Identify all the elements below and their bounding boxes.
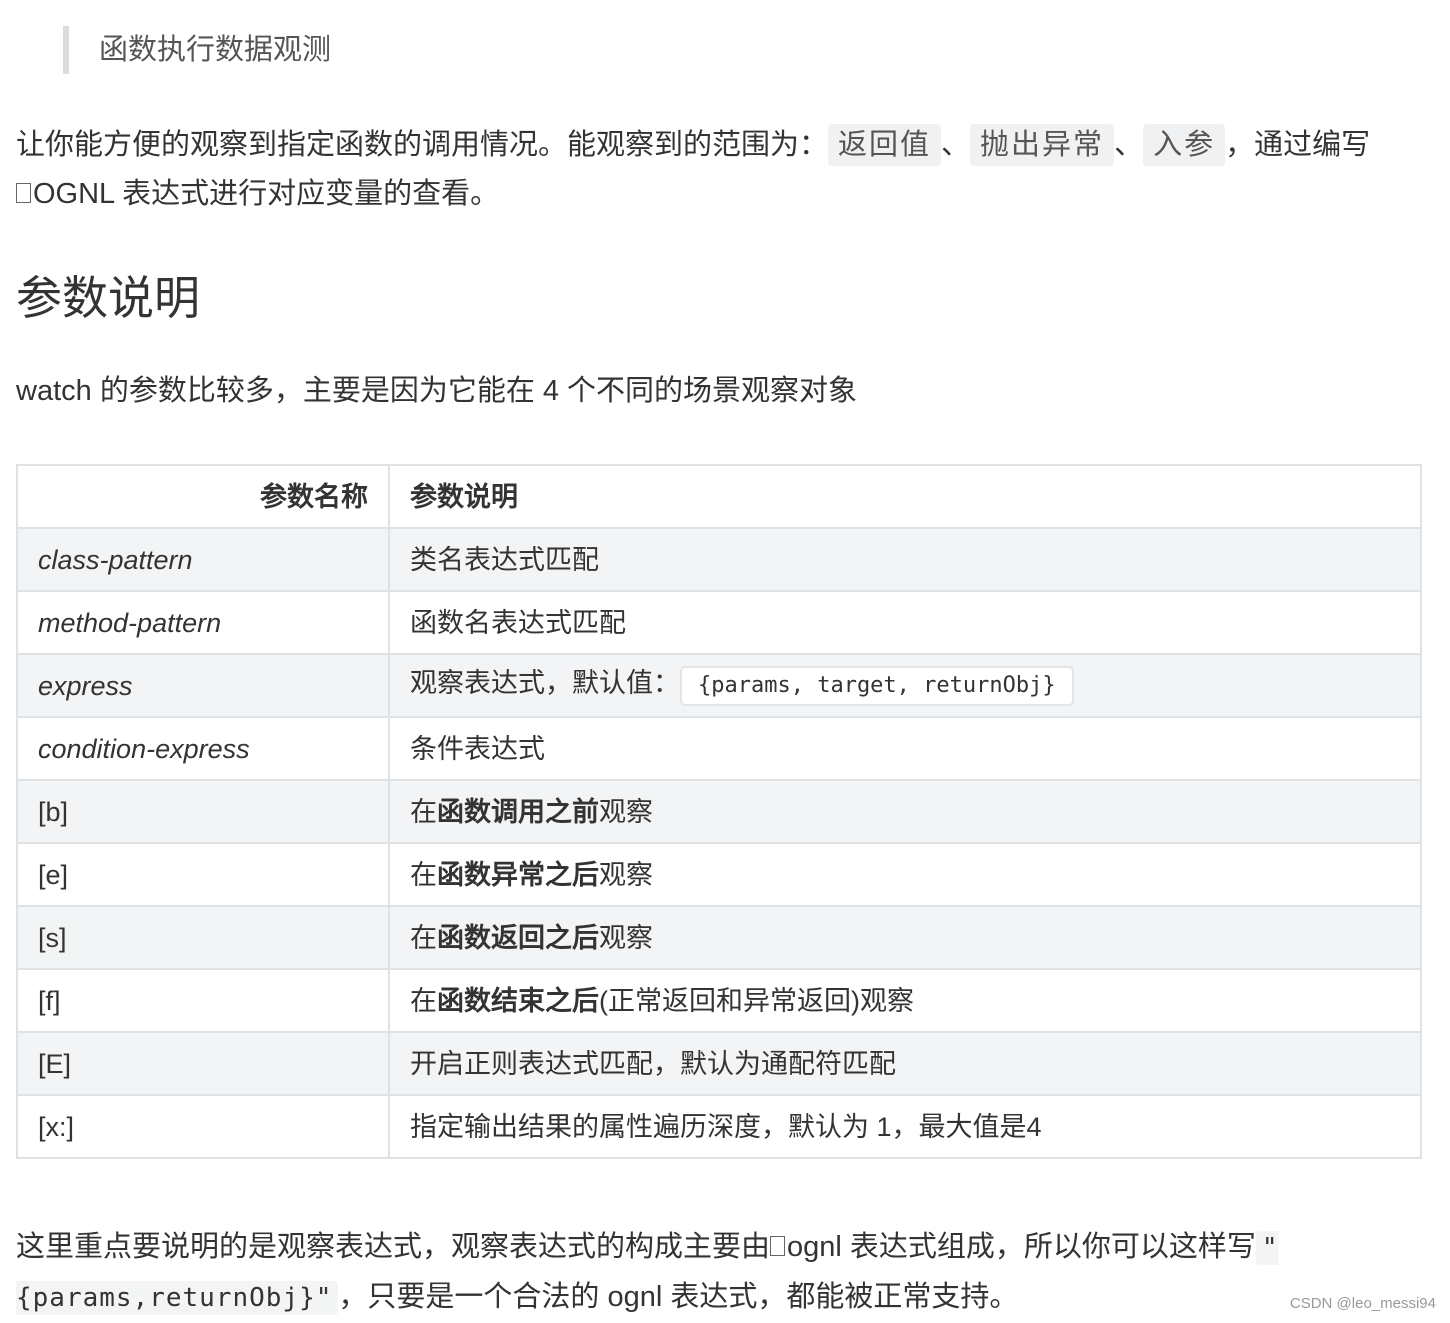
table-row: condition-express 条件表达式 xyxy=(16,716,1422,781)
param-desc-post: (正常返回和异常返回)观察 xyxy=(599,985,914,1016)
table-row: [x:] 指定输出结果的属性遍历深度，默认为 1，最大值是4 xyxy=(16,1094,1422,1159)
header-param-name: 参数名称 xyxy=(16,464,390,529)
param-desc-pre: 在 xyxy=(410,859,437,890)
inline-code-params: 入参 xyxy=(1143,124,1226,166)
param-desc-post: 观察 xyxy=(599,859,653,890)
param-desc-pre: 在 xyxy=(410,985,437,1016)
missing-glyph-box xyxy=(16,183,31,204)
table-row: [f] 在函数结束之后(正常返回和异常返回)观察 xyxy=(16,968,1422,1033)
inline-code-throw-exception: 抛出异常 xyxy=(970,124,1115,166)
table-row: method-pattern 函数名表达式匹配 xyxy=(16,590,1422,655)
watermark: CSDN @leo_messi94 xyxy=(1289,1295,1436,1312)
param-desc-post: 观察 xyxy=(599,796,653,827)
inline-code-default: {params, target, returnObj} xyxy=(680,665,1074,706)
param-desc: 在函数异常之后观察 xyxy=(388,842,1422,907)
separator: 、 xyxy=(1114,129,1144,161)
param-desc-bold: 函数调用之前 xyxy=(437,796,599,827)
param-desc: 条件表达式 xyxy=(388,716,1422,781)
param-desc-bold: 函数返回之后 xyxy=(437,922,599,953)
table-row: [s] 在函数返回之后观察 xyxy=(16,905,1422,970)
intro-line2: OGNL 表达式进行对应变量的查看。 xyxy=(33,178,500,210)
outro-text-middle: ognl 表达式组成，所以你可以这样写 xyxy=(787,1231,1256,1263)
table-row: [b] 在函数调用之前观察 xyxy=(16,779,1422,844)
param-desc-bold: 函数异常之后 xyxy=(437,859,599,890)
separator: 、 xyxy=(941,129,971,161)
blockquote: 函数执行数据观测 xyxy=(63,26,331,74)
param-desc: 函数名表达式匹配 xyxy=(388,590,1422,655)
params-table: 参数名称 参数说明 class-pattern 类名表达式匹配 method-p… xyxy=(16,464,1422,1159)
param-name: method-pattern xyxy=(16,590,390,655)
header-param-desc: 参数说明 xyxy=(388,464,1422,529)
param-name: [b] xyxy=(16,779,390,844)
param-desc: 在函数结束之后(正常返回和异常返回)观察 xyxy=(388,968,1422,1033)
param-name: [f] xyxy=(16,968,390,1033)
watch-paragraph: watch 的参数比较多，主要是因为它能在 4 个不同的场景观察对象 xyxy=(16,375,858,407)
intro-text: 让你能方便的观察到指定函数的调用情况。能观察到的范围为： xyxy=(16,129,829,161)
param-name: [e] xyxy=(16,842,390,907)
inline-code-return-value: 返回值 xyxy=(828,124,942,166)
table-row: [E] 开启正则表达式匹配，默认为通配符匹配 xyxy=(16,1031,1422,1096)
param-name: express xyxy=(16,653,390,718)
param-desc-pre: 在 xyxy=(410,922,437,953)
missing-glyph-box xyxy=(770,1236,786,1257)
param-desc: 在函数调用之前观察 xyxy=(388,779,1422,844)
param-desc: 指定输出结果的属性遍历深度，默认为 1，最大值是4 xyxy=(388,1094,1422,1159)
table-row: [e] 在函数异常之后观察 xyxy=(16,842,1422,907)
blockquote-text: 函数执行数据观测 xyxy=(99,34,332,66)
outro-text: 这里重点要说明的是观察表达式，观察表达式的构成主要由 xyxy=(16,1231,771,1263)
param-name: [E] xyxy=(16,1031,390,1096)
param-name: [x:] xyxy=(16,1094,390,1159)
param-desc-bold: 函数结束之后 xyxy=(437,985,599,1016)
param-desc-pre: 在 xyxy=(410,796,437,827)
param-name: [s] xyxy=(16,905,390,970)
param-name: condition-express xyxy=(16,716,390,781)
param-desc: 观察表达式，默认值： {params, target, returnObj} xyxy=(388,653,1422,718)
intro-paragraph: 让你能方便的观察到指定函数的调用情况。能观察到的范围为： 返回值、抛出异常、入参，… xyxy=(16,121,1426,219)
table-header-row: 参数名称 参数说明 xyxy=(16,464,1422,529)
param-name: class-pattern xyxy=(16,527,390,592)
table-row: class-pattern 类名表达式匹配 xyxy=(16,527,1422,592)
section-heading: 参数说明 xyxy=(16,272,200,324)
param-desc-text: 观察表达式，默认值： xyxy=(410,667,680,698)
intro-text-after: ，通过编写 xyxy=(1225,129,1371,161)
outro-paragraph: 这里重点要说明的是观察表达式，观察表达式的构成主要由 ognl 表达式组成，所以你… xyxy=(16,1223,1426,1323)
param-desc: 开启正则表达式匹配，默认为通配符匹配 xyxy=(388,1031,1422,1096)
outro-text-after: ，只要是一个合法的 ognl 表达式，都能被正常支持。 xyxy=(338,1281,1019,1313)
param-desc: 类名表达式匹配 xyxy=(388,527,1422,592)
param-desc: 在函数返回之后观察 xyxy=(388,905,1422,970)
param-desc-post: 观察 xyxy=(599,922,653,953)
table-row: express 观察表达式，默认值： {params, target, retur… xyxy=(16,653,1422,718)
